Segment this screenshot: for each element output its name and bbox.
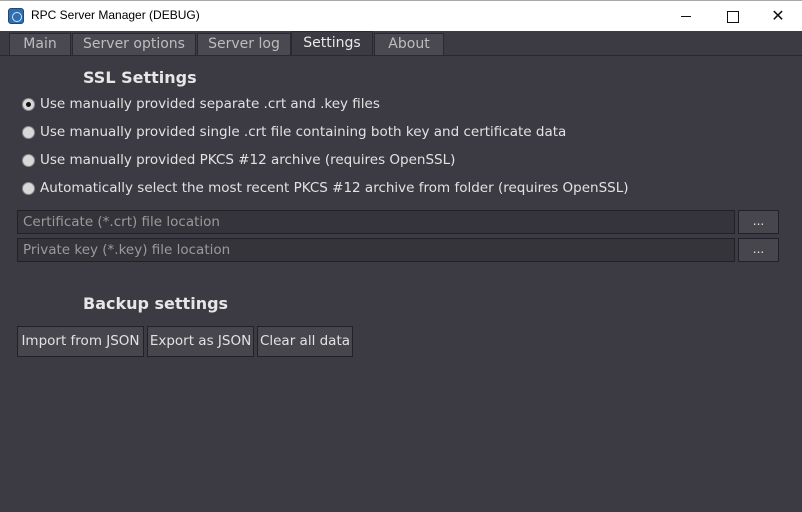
tab-bar: Main Server options Server log About Set… <box>0 31 802 56</box>
tab-about[interactable]: About <box>374 33 444 56</box>
certificate-browse-button[interactable]: ... <box>738 210 779 234</box>
tab-settings[interactable]: Settings <box>291 31 373 56</box>
app-icon <box>8 8 24 24</box>
radio-button[interactable] <box>22 125 35 139</box>
clear-all-data-button[interactable]: Clear all data <box>257 326 353 357</box>
title-bar: RPC Server Manager (DEBUG) ✕ <box>0 0 802 31</box>
backup-settings-heading: Backup settings <box>83 294 229 313</box>
tab-divider <box>0 55 802 56</box>
radio-label: Use manually provided single .crt file c… <box>40 124 567 140</box>
tab-main[interactable]: Main <box>9 33 71 56</box>
radio-button[interactable] <box>22 97 35 111</box>
ssl-option-pkcs12[interactable]: Use manually provided PKCS #12 archive (… <box>22 150 455 170</box>
private-key-browse-button[interactable]: ... <box>738 238 779 262</box>
private-key-path-input[interactable] <box>17 238 735 262</box>
radio-label: Automatically select the most recent PKC… <box>40 180 629 196</box>
minimize-button[interactable] <box>663 1 709 31</box>
tab-server-log[interactable]: Server log <box>197 33 291 56</box>
import-json-button[interactable]: Import from JSON <box>17 326 144 357</box>
ssl-settings-heading: SSL Settings <box>83 68 197 87</box>
ssl-option-auto-pkcs12[interactable]: Automatically select the most recent PKC… <box>22 178 629 198</box>
radio-button[interactable] <box>22 153 35 167</box>
ssl-option-single-crt[interactable]: Use manually provided single .crt file c… <box>22 122 566 142</box>
radio-label: Use manually provided PKCS #12 archive (… <box>40 152 456 168</box>
radio-label: Use manually provided separate .crt and … <box>40 96 380 112</box>
window-title: RPC Server Manager (DEBUG) <box>31 8 200 22</box>
certificate-path-input[interactable] <box>17 210 735 234</box>
tab-server-options[interactable]: Server options <box>72 33 196 56</box>
radio-button[interactable] <box>22 181 35 195</box>
maximize-button[interactable] <box>709 1 755 31</box>
export-json-button[interactable]: Export as JSON <box>147 326 254 357</box>
ssl-option-separate-files[interactable]: Use manually provided separate .crt and … <box>22 94 380 114</box>
close-button[interactable]: ✕ <box>755 1 801 31</box>
